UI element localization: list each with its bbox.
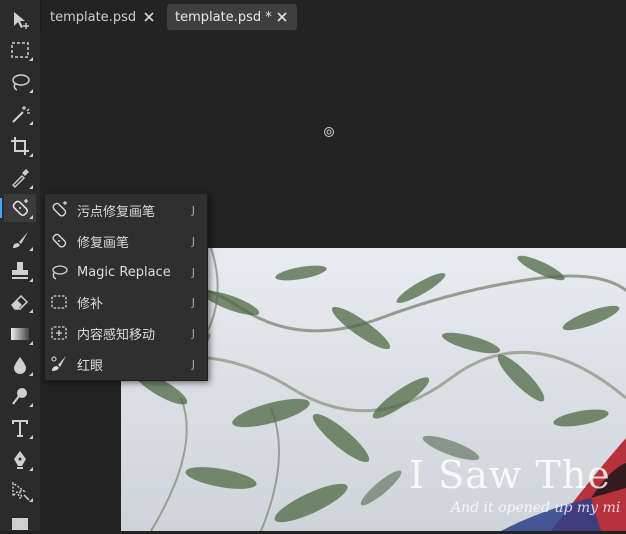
lasso-tool[interactable] [4, 68, 36, 96]
move-arrow-icon [14, 12, 29, 29]
menu-item-magic-replace[interactable]: Magic Replace J [45, 257, 207, 287]
stamp-icon [12, 262, 28, 279]
document-tab-bar: template.psd template.psd * [40, 0, 626, 34]
type-icon [12, 420, 28, 437]
menu-item-label: 内容感知移动 [77, 327, 156, 343]
shape-tool[interactable] [4, 506, 36, 534]
tab-label: template.psd [50, 9, 137, 25]
magic-replace-icon [52, 265, 68, 280]
bandage-icon [12, 199, 29, 217]
crop-tool[interactable] [4, 132, 36, 160]
dodge-icon [12, 388, 27, 405]
submenu-indicator [29, 89, 33, 93]
submenu-indicator [29, 215, 33, 219]
healing-tools-flyout: 污点修复画笔 J 修复画笔 J Magic Replace J 修补 J 内容感… [44, 193, 208, 381]
magic-wand-icon [12, 106, 30, 123]
magic-wand-tool[interactable] [4, 100, 36, 128]
menu-item-label: 修复画笔 [77, 235, 130, 251]
drop-icon [14, 357, 26, 374]
submenu-indicator [29, 57, 33, 61]
eraser-tool[interactable] [4, 288, 36, 316]
marquee-tool[interactable] [4, 36, 36, 64]
submenu-indicator [29, 247, 33, 251]
path-select-icon [12, 481, 30, 501]
brush-cursor-icon [324, 127, 334, 137]
content-aware-move-icon [51, 326, 67, 340]
menu-item-label: 红眼 [77, 358, 104, 374]
type-tool[interactable] [4, 414, 36, 442]
menu-item-patch[interactable]: 修补 J [45, 287, 207, 317]
menu-item-spot-healing-brush[interactable]: 污点修复画笔 J [45, 195, 207, 225]
tools-panel [0, 0, 41, 531]
stamp-tool[interactable] [4, 257, 36, 285]
submenu-indicator [29, 498, 33, 502]
submenu-indicator [29, 435, 33, 439]
dodge-tool[interactable] [4, 382, 36, 410]
pen-icon [14, 451, 26, 469]
menu-item-healing-brush[interactable]: 修复画笔 J [45, 226, 207, 256]
brush-icon [13, 232, 28, 248]
brush-tool[interactable] [4, 226, 36, 254]
menu-item-shortcut: J [191, 357, 195, 371]
submenu-indicator [29, 309, 33, 313]
menu-item-red-eye[interactable]: 红眼 J [45, 349, 207, 379]
submenu-indicator [29, 185, 33, 189]
tab-template-psd-modified[interactable]: template.psd * [167, 4, 297, 30]
menu-item-shortcut: J [191, 265, 195, 279]
pen-tool[interactable] [4, 446, 36, 474]
spot-healing-icon [52, 201, 67, 217]
lasso-icon [12, 74, 30, 91]
menu-item-shortcut: J [191, 326, 195, 340]
submenu-indicator [29, 372, 33, 376]
submenu-indicator [29, 121, 33, 125]
eraser-icon [11, 294, 29, 310]
healing-brush-tool[interactable] [0, 194, 36, 222]
submenu-indicator [29, 403, 33, 407]
submenu-indicator [29, 467, 33, 471]
path-select-tool[interactable] [4, 477, 36, 505]
marquee-icon [11, 42, 29, 58]
canvas-headline-text: I Saw The S [409, 453, 626, 497]
gradient-tool[interactable] [4, 320, 36, 348]
crop-icon [11, 137, 29, 155]
move-tool[interactable] [4, 6, 36, 34]
rectangle-icon [12, 518, 28, 530]
menu-item-label: 修补 [77, 296, 104, 312]
eyedropper-icon [12, 169, 29, 188]
menu-item-content-aware-move[interactable]: 内容感知移动 J [45, 318, 207, 348]
menu-item-shortcut: J [191, 203, 195, 217]
close-icon[interactable] [142, 8, 156, 26]
menu-item-label: 污点修复画笔 [77, 204, 156, 220]
submenu-indicator [29, 278, 33, 282]
blur-tool[interactable] [4, 351, 36, 379]
gradient-icon [11, 328, 29, 340]
canvas-subline-text: And it opened up my mi [451, 500, 621, 516]
menu-item-shortcut: J [191, 295, 195, 309]
submenu-indicator [29, 153, 33, 157]
submenu-indicator [29, 341, 33, 345]
tab-template-psd[interactable]: template.psd [42, 4, 164, 30]
close-icon[interactable] [275, 8, 289, 26]
patch-icon [51, 295, 67, 309]
menu-item-label: Magic Replace [77, 264, 171, 280]
tab-label: template.psd * [175, 9, 272, 25]
red-eye-icon [51, 356, 66, 371]
eyedropper-tool[interactable] [4, 164, 36, 192]
menu-item-shortcut: J [191, 234, 195, 248]
healing-brush-icon [52, 233, 67, 248]
